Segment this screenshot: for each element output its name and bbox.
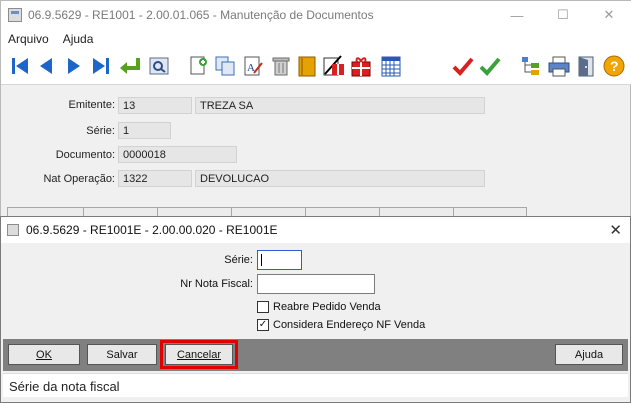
tree-icon[interactable]: [519, 53, 543, 79]
main-titlebar: 06.9.5629 - RE1001 - 2.00.01.065 - Manut…: [1, 1, 631, 29]
emitente-name-field: TREZA SA: [195, 97, 485, 114]
dialog-button-bar: OK Salvar Cancelar Ajuda: [3, 339, 628, 371]
delete-icon[interactable]: [269, 53, 293, 79]
considera-checkbox[interactable]: ✓: [257, 319, 269, 331]
confirm-red-icon[interactable]: [451, 53, 475, 79]
window-controls: — ☐ ✕: [494, 1, 631, 29]
goto-icon[interactable]: [118, 53, 142, 79]
nat-operacao-code-field[interactable]: 1322: [118, 170, 192, 187]
search-icon[interactable]: [147, 53, 171, 79]
app-icon: [8, 8, 22, 22]
new-icon[interactable]: [187, 53, 211, 79]
dialog-serie-label: Série:: [224, 254, 253, 266]
dialog-body: Série: Nr Nota Fiscal: Reabre Pedido Ven…: [3, 243, 628, 339]
emitente-code-field[interactable]: 13: [118, 97, 192, 114]
ajuda-button-label: Ajuda: [574, 348, 604, 361]
reabre-label: Reabre Pedido Venda: [273, 301, 381, 313]
nat-operacao-label: Nat Operação:: [43, 173, 115, 185]
maximize-button[interactable]: ☐: [540, 1, 586, 29]
previous-record-icon[interactable]: [34, 53, 58, 79]
dialog-serie-input[interactable]: [257, 250, 302, 270]
ajuda-button[interactable]: Ajuda: [555, 344, 623, 365]
print-icon[interactable]: [547, 53, 571, 79]
confirm-green-icon[interactable]: [478, 53, 502, 79]
book-icon[interactable]: [295, 53, 319, 79]
dialog-titlebar: 06.9.5629 - RE1001E - 2.00.00.020 - RE10…: [1, 217, 630, 243]
document-gift-icon[interactable]: [321, 53, 345, 79]
dialog-app-icon: [7, 224, 19, 236]
considera-label: Considera Endereço NF Venda: [273, 319, 426, 331]
serie-label: Série:: [86, 125, 115, 137]
first-record-icon[interactable]: [8, 53, 32, 79]
dialog-nota-label: Nr Nota Fiscal:: [180, 278, 253, 290]
reabre-checkbox[interactable]: [257, 301, 269, 313]
ok-button-label: OK: [36, 348, 52, 361]
serie-field[interactable]: 1: [118, 122, 171, 139]
menu-ajuda[interactable]: Ajuda: [56, 32, 101, 46]
cancelar-button[interactable]: Cancelar: [165, 344, 233, 365]
edit-icon[interactable]: A: [241, 53, 265, 79]
help-icon[interactable]: ?: [602, 53, 626, 79]
dialog-title: 06.9.5629 - RE1001E - 2.00.00.020 - RE10…: [26, 223, 278, 237]
copy-icon[interactable]: [213, 53, 237, 79]
dialog-status-bar: Série da nota fiscal: [3, 373, 628, 397]
minimize-button[interactable]: —: [494, 1, 540, 29]
ok-button[interactable]: OK: [8, 344, 80, 365]
documento-field[interactable]: 0000018: [118, 146, 237, 163]
dialog-nota-input[interactable]: [257, 274, 375, 294]
gift-icon[interactable]: [349, 53, 373, 79]
last-record-icon[interactable]: [89, 53, 113, 79]
exit-icon[interactable]: [575, 53, 599, 79]
emitente-label: Emitente:: [68, 99, 115, 111]
document-header: Emitente: 13 TREZA SA Série: 1 Documento…: [1, 91, 631, 197]
cancelar-button-label: Cancelar: [176, 348, 222, 361]
salvar-button-label: Salvar: [106, 348, 138, 361]
toolbar: A ?: [1, 49, 631, 85]
dialog-close-icon[interactable]: ✕: [609, 221, 622, 239]
nat-operacao-desc-field: DEVOLUCAO: [195, 170, 485, 187]
documento-label: Documento:: [55, 149, 115, 161]
calendar-icon[interactable]: [379, 53, 403, 79]
menubar: Arquivo Ajuda: [1, 29, 631, 49]
next-record-icon[interactable]: [62, 53, 86, 79]
text-caret: [261, 254, 262, 266]
re1001e-dialog: 06.9.5629 - RE1001E - 2.00.00.020 - RE10…: [0, 216, 631, 403]
svg-text:?: ?: [610, 58, 619, 74]
menu-arquivo[interactable]: Arquivo: [1, 32, 56, 46]
main-window-title: 06.9.5629 - RE1001 - 2.00.01.065 - Manut…: [28, 8, 374, 22]
close-button[interactable]: ✕: [586, 1, 631, 29]
salvar-button[interactable]: Salvar: [87, 344, 157, 365]
